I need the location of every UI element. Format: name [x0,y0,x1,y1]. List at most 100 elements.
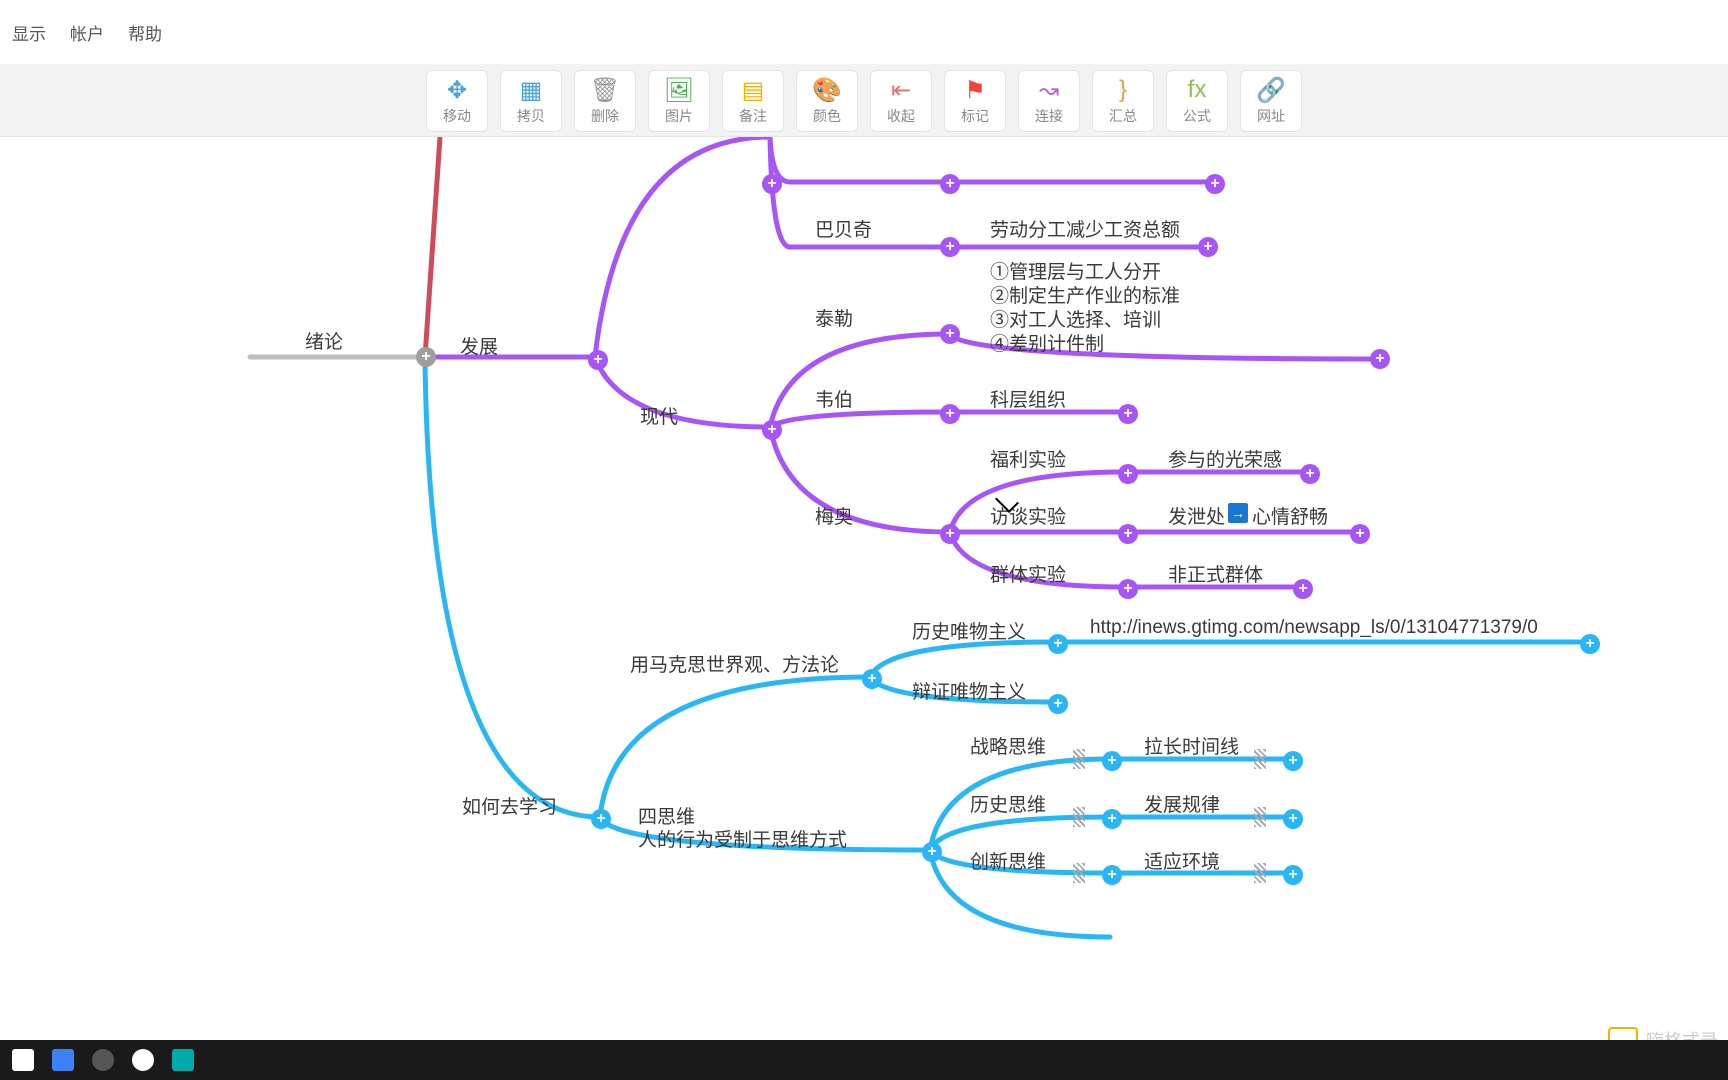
toolbar-label: 备注 [739,106,767,126]
expand-button[interactable]: + [762,174,782,194]
move-icon: ✥ [443,76,471,104]
toolbar-collapse-button[interactable]: ⇤收起 [870,70,932,132]
taskbar-app-icon[interactable] [52,1049,74,1071]
toolbar-label: 网址 [1257,106,1285,126]
expand-button[interactable]: + [940,237,960,257]
node-weibo[interactable]: 韦伯 [815,385,853,412]
toolbar-formula-button[interactable]: fx公式 [1166,70,1228,132]
expand-button[interactable]: + [1283,809,1303,829]
expand-button[interactable]: + [1102,751,1122,771]
menu-help[interactable]: 帮助 [128,20,162,45]
expand-button[interactable]: + [1293,579,1313,599]
expand-button[interactable]: + [1580,634,1600,654]
node-root[interactable]: 绪论 [305,327,343,354]
node-fuli[interactable]: 福利实验 [990,445,1066,472]
node-bianzheng[interactable]: 辩证唯物主义 [912,677,1026,704]
node-qunti-d[interactable]: 非正式群体 [1168,560,1263,587]
expand-button[interactable]: + [1118,579,1138,599]
resize-grip[interactable] [1254,749,1266,769]
expand-button[interactable]: + [1205,174,1225,194]
expand-button[interactable]: + [1048,694,1068,714]
expand-button[interactable]: + [1283,865,1303,885]
toolbar-url-button[interactable]: 🔗网址 [1240,70,1302,132]
node-cxsw[interactable]: 创新思维 [970,847,1046,874]
expand-button[interactable]: + [940,404,960,424]
expand-button[interactable]: + [1118,404,1138,424]
expand-button[interactable]: + [1198,237,1218,257]
expand-button[interactable]: + [1300,464,1320,484]
node-xiandai[interactable]: 现代 [640,402,678,429]
toolbar-label: 标记 [961,106,989,126]
resize-grip[interactable] [1254,807,1266,827]
toolbar-label: 移动 [443,106,471,126]
taskbar-app-icon[interactable] [172,1049,194,1071]
node-babeiji-d[interactable]: 劳动分工减少工资总额 [990,215,1180,242]
toolbar-connect-button[interactable]: ↝连接 [1018,70,1080,132]
toolbar-flag-button[interactable]: ⚑标记 [944,70,1006,132]
toolbar-summary-button[interactable]: }汇总 [1092,70,1154,132]
node-taile-d[interactable]: ①管理层与工人分开②制定生产作业的标准③对工人选择、培训④差别计件制 [990,261,1180,357]
summary-icon: } [1109,76,1137,104]
node-fazhan[interactable]: 发展 [460,332,498,359]
expand-button[interactable]: + [1283,751,1303,771]
toolbar-color-button[interactable]: 🎨颜色 [796,70,858,132]
node-meiao[interactable]: 梅奥 [815,502,853,529]
resize-grip[interactable] [1073,807,1085,827]
taskbar[interactable] [0,1040,1728,1080]
node-lishi-d[interactable]: http://inews.gtimg.com/newsapp_ls/0/1310… [1090,617,1538,639]
node-cxsw-d[interactable]: 适应环境 [1144,847,1220,874]
expand-button[interactable]: + [940,174,960,194]
toolbar-copy-button[interactable]: ▦拷贝 [500,70,562,132]
expand-button[interactable]: + [1370,349,1390,369]
url-icon: 🔗 [1257,76,1285,104]
node-babeiji[interactable]: 巴贝奇 [815,215,872,242]
node-lishi[interactable]: 历史唯物主义 [912,617,1026,644]
toolbar-label: 收起 [887,106,915,126]
arrow-icon: → [1228,503,1248,523]
expand-button[interactable]: + [762,420,782,440]
taskbar-app-icon[interactable] [92,1049,114,1071]
node-mkx[interactable]: 用马克思世界观、方法论 [630,650,839,677]
node-taile[interactable]: 泰勒 [815,304,853,331]
taskbar-search-icon[interactable] [12,1049,34,1071]
node-weibo-d[interactable]: 科层组织 [990,385,1066,412]
node-zlsw[interactable]: 战略思维 [970,732,1046,759]
node-fangtan-d2[interactable]: 心情舒畅 [1252,502,1328,529]
toolbar-move-button[interactable]: ✥移动 [426,70,488,132]
toolbar-label: 颜色 [813,106,841,126]
expand-button[interactable]: + [1118,464,1138,484]
node-ruhe[interactable]: 如何去学习 [462,792,557,819]
resize-grip[interactable] [1254,863,1266,883]
node-zlsw-d[interactable]: 拉长时间线 [1144,732,1239,759]
expand-button[interactable]: + [588,350,608,370]
expand-button[interactable]: + [591,809,611,829]
taskbar-chrome-icon[interactable] [132,1049,154,1071]
toolbar-image-button[interactable]: 🖼图片 [648,70,710,132]
expand-button[interactable]: + [1350,524,1370,544]
expand-button[interactable]: + [416,347,436,367]
expand-button[interactable]: + [940,524,960,544]
mindmap-canvas[interactable]: 绪论 发展 现代 巴贝奇 劳动分工减少工资总额 泰勒 ①管理层与工人分开②制定生… [0,137,1728,1080]
expand-button[interactable]: + [922,842,942,862]
expand-button[interactable]: + [1048,634,1068,654]
expand-button[interactable]: + [940,324,960,344]
expand-button[interactable]: + [862,669,882,689]
resize-grip[interactable] [1073,749,1085,769]
menu-display[interactable]: 显示 [12,20,46,45]
resize-grip[interactable] [1073,863,1085,883]
color-icon: 🎨 [813,76,841,104]
copy-icon: ▦ [517,76,545,104]
node-qunti[interactable]: 群体实验 [990,560,1066,587]
toolbar-note-button[interactable]: ▤备注 [722,70,784,132]
toolbar-label: 连接 [1035,106,1063,126]
node-siwei2[interactable]: 人的行为受制于思维方式 [638,825,847,852]
expand-button[interactable]: + [1102,809,1122,829]
menu-account[interactable]: 帐户 [70,20,104,45]
expand-button[interactable]: + [1118,524,1138,544]
node-fangtan-d1[interactable]: 发泄处 [1168,502,1225,529]
expand-button[interactable]: + [1102,865,1122,885]
node-lssw-d[interactable]: 发展规律 [1144,790,1220,817]
node-fuli-d[interactable]: 参与的光荣感 [1168,445,1282,472]
node-lssw[interactable]: 历史思维 [970,790,1046,817]
toolbar-delete-button[interactable]: 🗑删除 [574,70,636,132]
